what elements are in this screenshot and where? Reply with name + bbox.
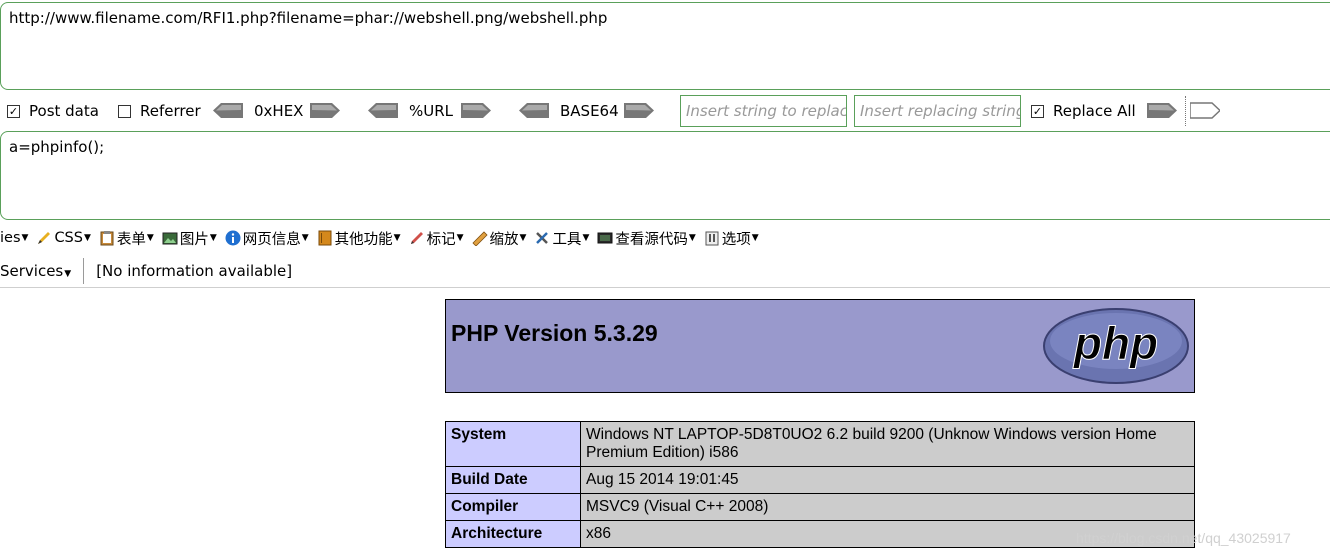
- post-data-toggle[interactable]: ✓ Post data: [7, 92, 99, 130]
- url-value: http://www.filename.com/RFI1.php?filenam…: [9, 9, 608, 27]
- table-value-cell: Windows NT LAPTOP-5D8T0UO2 6.2 build 920…: [580, 421, 1195, 467]
- devbar-item-images[interactable]: 图片 ▼: [162, 228, 217, 249]
- hackbar-toolbar: ✓ Post data Referrer 0xHEX %URL BASE64 I…: [0, 92, 1330, 130]
- php-info-table: System Windows NT LAPTOP-5D8T0UO2 6.2 bu…: [445, 421, 1195, 548]
- base64-label: BASE64: [560, 102, 619, 120]
- url-textarea[interactable]: http://www.filename.com/RFI1.php?filenam…: [0, 2, 1330, 90]
- web-developer-toolbar: ies ▼ CSS ▼ 表单 ▼ 图片 ▼ 网页信息 ▼ 其他功能 ▼ 标记 ▼ 缩放 ▼ 工具…: [0, 226, 1330, 250]
- post-data-textarea[interactable]: a=phpinfo();: [0, 131, 1330, 220]
- table-row: Compiler MSVC9 (Visual C++ 2008): [445, 493, 1195, 521]
- services-separator: [83, 257, 85, 284]
- devbar-item-options[interactable]: 选项 ▼: [704, 228, 759, 249]
- replace-left-arrow-icon[interactable]: [1190, 102, 1220, 119]
- devbar-item-page-info[interactable]: 网页信息 ▼: [225, 228, 309, 249]
- chevron-down-icon: ▼: [582, 233, 590, 243]
- options-icon: [705, 231, 719, 246]
- php-version-banner: PHP Version 5.3.29 php: [445, 299, 1195, 393]
- referrer-label: Referrer: [140, 102, 201, 120]
- hex-encode-arrow-icon[interactable]: [310, 102, 340, 119]
- services-menu[interactable]: Services▼: [0, 262, 71, 280]
- referrer-toggle[interactable]: Referrer: [118, 92, 201, 130]
- table-value-cell: Aug 15 2014 19:01:45: [580, 466, 1195, 494]
- replace-all-checkbox[interactable]: ✓: [1031, 104, 1044, 118]
- base64-encode-arrow-icon[interactable]: [624, 102, 654, 119]
- hex-decode-arrow-icon[interactable]: [213, 102, 243, 119]
- chevron-down-icon: ▼: [393, 233, 401, 243]
- toolbar-separator: [1185, 96, 1186, 126]
- devbar-item-outline[interactable]: 标记 ▼: [409, 228, 464, 249]
- wrench-icon: [536, 232, 549, 244]
- services-bar: Services▼ [No information available]: [0, 254, 1330, 288]
- table-row: Build Date Aug 15 2014 19:01:45: [445, 466, 1195, 494]
- chevron-down-icon: ▼: [209, 233, 217, 243]
- devbar-item-label: 表单: [116, 231, 146, 248]
- table-row: System Windows NT LAPTOP-5D8T0UO2 6.2 bu…: [445, 421, 1195, 467]
- php-logo: php: [1043, 308, 1189, 384]
- info-status-text: [No information available]: [96, 261, 293, 280]
- devbar-item-view-source[interactable]: 查看源代码 ▼: [597, 228, 696, 249]
- devbar-item-css[interactable]: CSS ▼: [36, 230, 91, 246]
- table-key-cell: Architecture: [445, 520, 581, 548]
- devbar-item-forms[interactable]: 表单 ▼: [99, 228, 154, 249]
- pencil-icon: [38, 232, 51, 244]
- image-icon: [162, 232, 178, 245]
- replace-all-toggle[interactable]: ✓ Replace All: [1031, 92, 1136, 130]
- table-key-cell: Build Date: [445, 466, 581, 494]
- referrer-checkbox[interactable]: [118, 104, 131, 118]
- table-key-cell: Compiler: [445, 493, 581, 521]
- watermark: https://blog.csdn.net/qq_43025917: [1076, 530, 1291, 546]
- clipboard-icon: [100, 231, 114, 246]
- php-logo-text: php: [1072, 317, 1158, 369]
- table-value-cell: MSVC9 (Visual C++ 2008): [580, 493, 1195, 521]
- table-key-cell: System: [445, 421, 581, 467]
- url-decode-arrow-icon[interactable]: [368, 102, 398, 119]
- devbar-item-label: 缩放: [489, 231, 519, 248]
- replace-string-input[interactable]: Insert string to replace: [680, 95, 847, 127]
- devbar-item-label: 图片: [179, 231, 209, 248]
- devbar-item-resize[interactable]: 缩放 ▼: [471, 228, 527, 249]
- ruler-icon: [471, 231, 488, 246]
- post-data-checkbox[interactable]: ✓: [7, 104, 20, 118]
- devbar-item-label: 选项: [721, 231, 751, 248]
- php-version-title: PHP Version 5.3.29: [451, 320, 658, 346]
- devbar-item-tools[interactable]: 工具 ▼: [534, 228, 589, 249]
- info-icon: [225, 230, 241, 246]
- devbar-item-label: CSS: [54, 230, 83, 246]
- chevron-down-icon: ▼: [456, 233, 464, 243]
- devbar-item-label: 标记: [426, 231, 456, 248]
- services-label: Services: [0, 261, 64, 280]
- post-data-value: a=phpinfo();: [9, 138, 105, 156]
- hex-label: 0xHEX: [254, 102, 304, 120]
- chevron-down-icon: ▼: [688, 233, 696, 243]
- url-encode-arrow-icon[interactable]: [461, 102, 491, 119]
- chevron-down-icon: ▼: [83, 233, 91, 243]
- devbar-item-label: 工具: [552, 231, 582, 248]
- chevron-down-icon: ▼: [519, 233, 527, 243]
- replace-all-label: Replace All: [1053, 102, 1136, 120]
- devbar-item-label: 其他功能: [334, 231, 393, 248]
- replace-right-arrow-icon[interactable]: [1147, 102, 1177, 119]
- chevron-down-icon: ▼: [21, 233, 29, 243]
- book-icon: [318, 230, 332, 246]
- monitor-icon: [597, 232, 613, 244]
- chevron-down-icon: ▼: [751, 233, 759, 243]
- post-data-label: Post data: [29, 102, 99, 120]
- devbar-item-label: ies: [0, 230, 21, 246]
- replacing-string-placeholder: Insert replacing string: [860, 102, 1021, 120]
- chevron-down-icon: ▼: [64, 268, 72, 279]
- devbar-item-misc[interactable]: 其他功能 ▼: [317, 228, 401, 249]
- chevron-down-icon: ▼: [146, 233, 154, 243]
- pen-icon: [410, 232, 423, 244]
- replacing-string-input[interactable]: Insert replacing string: [854, 95, 1021, 127]
- replace-string-placeholder: Insert string to replace: [686, 102, 847, 120]
- devbar-item-label: 查看源代码: [615, 231, 688, 248]
- devbar-item-label: 网页信息: [242, 231, 301, 248]
- base64-decode-arrow-icon[interactable]: [519, 102, 549, 119]
- url-encode-label: %URL: [409, 102, 454, 120]
- devbar-item-cookies[interactable]: ies ▼: [0, 230, 28, 246]
- chevron-down-icon: ▼: [301, 233, 309, 243]
